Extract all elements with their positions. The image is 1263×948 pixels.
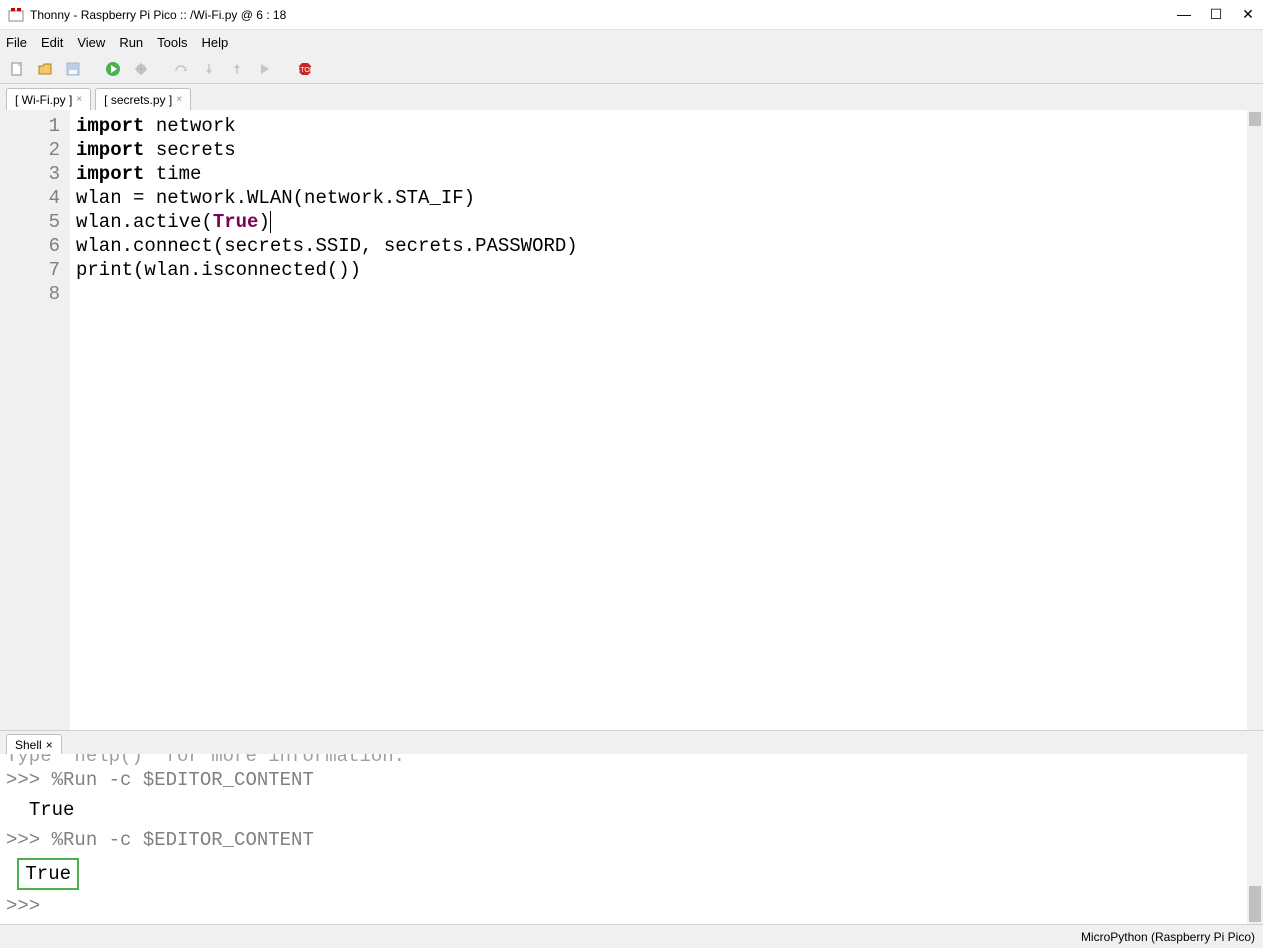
scrollbar-thumb[interactable]	[1249, 112, 1261, 126]
shell-faded-line: Type help() for more information.	[6, 754, 1241, 768]
result-highlight-box: True	[17, 858, 79, 890]
gutter-line: 8	[0, 282, 60, 306]
tab-wifi-label: [ Wi-Fi.py ]	[15, 93, 72, 107]
code-text: network	[144, 115, 235, 137]
tab-secrets-label: [ secrets.py ]	[104, 93, 172, 107]
statusbar: MicroPython (Raspberry Pi Pico)	[0, 924, 1263, 948]
code-text: time	[144, 163, 201, 185]
code-const: True	[213, 211, 259, 233]
shell-cmd: %Run -c $EDITOR_CONTENT	[52, 769, 314, 791]
shell-scrollbar[interactable]	[1247, 754, 1263, 924]
shell-area: Type help() for more information.>>> %Ru…	[0, 754, 1263, 924]
code-kw: import	[76, 115, 144, 137]
shell-tabstrip: Shell ×	[0, 730, 1263, 754]
debug-icon[interactable]	[130, 58, 152, 80]
code-text: wlan.active(	[76, 211, 213, 233]
stop-icon[interactable]: STOP	[294, 58, 316, 80]
resume-icon[interactable]	[254, 58, 276, 80]
code-kw: import	[76, 139, 144, 161]
thonny-app-icon	[8, 7, 24, 23]
gutter-line: 1	[0, 114, 60, 138]
menu-run[interactable]: Run	[119, 35, 143, 50]
menubar: File Edit View Run Tools Help	[0, 30, 1263, 54]
gutter-line: 7	[0, 258, 60, 282]
titlebar: Thonny - Raspberry Pi Pico :: /Wi-Fi.py …	[0, 0, 1263, 30]
step-into-icon[interactable]	[198, 58, 220, 80]
close-button[interactable]: ✕	[1241, 6, 1255, 23]
save-file-icon[interactable]	[62, 58, 84, 80]
code-line: wlan = network.WLAN(network.STA_IF)	[76, 186, 1241, 210]
shell-output[interactable]: Type help() for more information.>>> %Ru…	[0, 754, 1247, 924]
tab-secrets[interactable]: [ secrets.py ] ×	[95, 88, 191, 110]
menu-view[interactable]: View	[77, 35, 105, 50]
window-controls: ― ☐ ✕	[1177, 6, 1255, 23]
step-over-icon[interactable]	[170, 58, 192, 80]
editor-scrollbar[interactable]	[1247, 110, 1263, 730]
gutter-line: 6	[0, 234, 60, 258]
minimize-button[interactable]: ―	[1177, 6, 1191, 23]
editor-tabstrip: [ Wi-Fi.py ] × [ secrets.py ] ×	[0, 84, 1263, 110]
scrollbar-thumb[interactable]	[1249, 886, 1261, 922]
code-editor[interactable]: import networkimport secretsimport timew…	[70, 110, 1247, 730]
window-title: Thonny - Raspberry Pi Pico :: /Wi-Fi.py …	[30, 8, 1177, 22]
menu-file[interactable]: File	[6, 35, 27, 50]
line-gutter: 1 2 3 4 5 6 7 8	[0, 110, 70, 730]
gutter-line: 4	[0, 186, 60, 210]
open-file-icon[interactable]	[34, 58, 56, 80]
tab-shell-close-icon[interactable]: ×	[46, 738, 53, 752]
toolbar: STOP	[0, 54, 1263, 84]
editor-area: 1 2 3 4 5 6 7 8 import networkimport sec…	[0, 110, 1263, 730]
tab-wifi[interactable]: [ Wi-Fi.py ] ×	[6, 88, 91, 110]
menu-edit[interactable]: Edit	[41, 35, 63, 50]
tab-shell[interactable]: Shell ×	[6, 734, 62, 754]
code-kw: import	[76, 163, 144, 185]
menu-tools[interactable]: Tools	[157, 35, 187, 50]
text-cursor	[270, 211, 271, 233]
menu-help[interactable]: Help	[202, 35, 229, 50]
run-icon[interactable]	[102, 58, 124, 80]
code-text: )	[258, 211, 269, 233]
maximize-button[interactable]: ☐	[1209, 6, 1223, 23]
code-line: print(wlan.isconnected())	[76, 258, 1241, 282]
shell-cmd: %Run -c $EDITOR_CONTENT	[52, 829, 314, 851]
interpreter-label[interactable]: MicroPython (Raspberry Pi Pico)	[1081, 930, 1255, 944]
shell-output-highlighted: True	[6, 854, 1241, 894]
shell-prompt: >>>	[6, 829, 52, 851]
gutter-line: 2	[0, 138, 60, 162]
step-out-icon[interactable]	[226, 58, 248, 80]
shell-prompt: >>>	[6, 769, 52, 791]
gutter-line: 3	[0, 162, 60, 186]
code-line: wlan.connect(secrets.SSID, secrets.PASSW…	[76, 234, 1241, 258]
shell-output-line: True	[6, 798, 1241, 822]
gutter-line: 5	[0, 210, 60, 234]
new-file-icon[interactable]	[6, 58, 28, 80]
tab-secrets-close-icon[interactable]: ×	[176, 94, 182, 105]
svg-text:STOP: STOP	[297, 67, 313, 74]
tab-shell-label: Shell	[15, 738, 42, 752]
code-text: secrets	[144, 139, 235, 161]
tab-wifi-close-icon[interactable]: ×	[76, 94, 82, 105]
shell-prompt: >>>	[6, 895, 52, 917]
